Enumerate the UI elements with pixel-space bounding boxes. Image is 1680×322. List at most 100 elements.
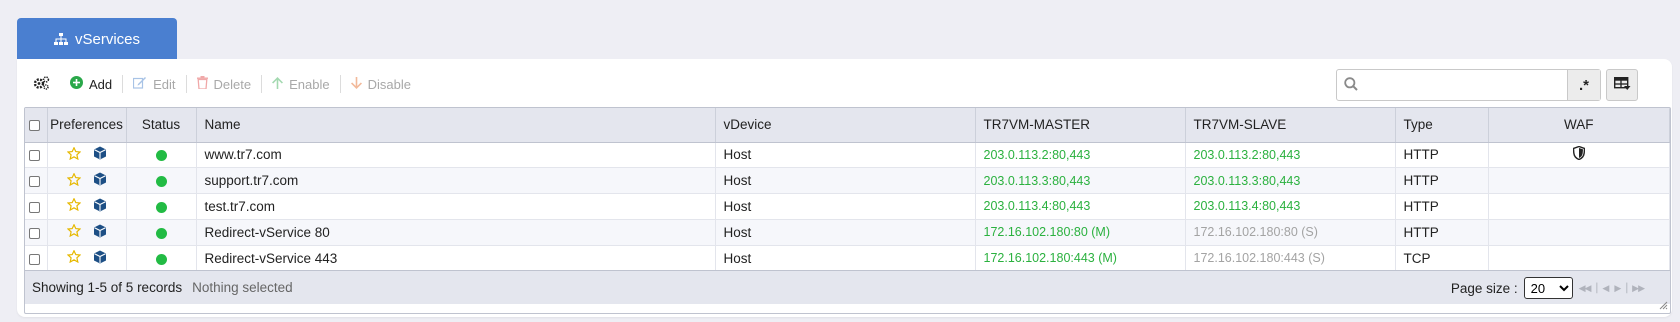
- column-header-master[interactable]: TR7VM-MASTER: [975, 108, 1186, 143]
- previous-page-icon[interactable]: ▏◀: [1596, 283, 1609, 294]
- status-indicator: [155, 201, 167, 213]
- name-cell: test.tr7.com: [196, 193, 716, 220]
- master-ip-cell: 203.0.113.4:80,443: [975, 193, 1186, 220]
- edit-label: Edit: [153, 76, 176, 92]
- name-cell: Redirect-vService 80: [196, 219, 716, 246]
- row-checkbox[interactable]: [29, 227, 40, 239]
- row-select-cell: [25, 219, 48, 246]
- master-ip-cell: 172.16.102.180:80 (M): [975, 219, 1186, 246]
- page-size-select[interactable]: 20: [1523, 277, 1573, 299]
- star-icon[interactable]: [66, 197, 81, 214]
- master-ip-cell: 203.0.113.2:80,443: [975, 142, 1186, 169]
- status-cell: [126, 167, 197, 195]
- row-checkbox[interactable]: [29, 150, 40, 162]
- cube-icon[interactable]: [93, 250, 107, 267]
- column-header-slave[interactable]: TR7VM-SLAVE: [1185, 108, 1396, 143]
- column-chooser-button[interactable]: [1606, 69, 1638, 101]
- type-cell: HTTP: [1395, 167, 1489, 195]
- tab-label: vServices: [74, 30, 141, 48]
- status-indicator: [155, 176, 167, 188]
- vdevice-cell: Host: [715, 193, 976, 220]
- slave-ip-cell: 203.0.113.2:80,443: [1185, 142, 1396, 169]
- plus-circle-icon: [70, 76, 83, 92]
- star-icon[interactable]: [66, 172, 81, 189]
- status-indicator: [155, 227, 167, 239]
- type-cell: HTTP: [1395, 219, 1489, 246]
- table-row[interactable]: www.tr7.com Host 203.0.113.2:80,443 203.…: [25, 142, 1670, 169]
- master-ip-cell: 203.0.113.3:80,443: [975, 167, 1186, 195]
- row-select-cell: [25, 142, 48, 169]
- arrow-down-icon: [350, 76, 362, 92]
- table-columns-icon: [1613, 76, 1631, 94]
- table-row[interactable]: Redirect-vService 443 Host 172.16.102.18…: [25, 245, 1670, 272]
- add-label: Add: [89, 76, 113, 92]
- delete-button[interactable]: Delete: [187, 73, 262, 95]
- row-checkbox[interactable]: [29, 201, 40, 213]
- cube-icon[interactable]: [93, 224, 107, 241]
- trash-icon: [196, 76, 208, 92]
- table-row[interactable]: test.tr7.com Host 203.0.113.4:80,443 203…: [25, 193, 1670, 220]
- disable-button[interactable]: Disable: [341, 73, 421, 95]
- slave-ip-cell: 203.0.113.3:80,443: [1185, 167, 1396, 195]
- cube-icon[interactable]: [93, 172, 107, 189]
- disable-label: Disable: [367, 76, 411, 92]
- status-cell: [126, 245, 197, 272]
- enable-label: Enable: [289, 76, 330, 92]
- vdevice-cell: Host: [715, 245, 976, 272]
- select-all-checkbox[interactable]: [29, 120, 40, 132]
- status-cell: [126, 219, 197, 246]
- first-page-icon[interactable]: ◀◀: [1579, 283, 1592, 294]
- preferences-cell: [47, 142, 127, 169]
- column-header-type[interactable]: Type: [1395, 108, 1489, 143]
- master-ip-cell: 172.16.102.180:443 (M): [975, 245, 1186, 272]
- name-cell: www.tr7.com: [196, 142, 716, 169]
- table-footer: Showing 1-5 of 5 records Nothing selecte…: [25, 270, 1670, 304]
- column-header-status[interactable]: Status: [126, 108, 197, 143]
- select-all-header: [25, 108, 48, 143]
- tab-vservices[interactable]: vServices: [17, 18, 177, 60]
- waf-cell: [1488, 167, 1670, 195]
- next-page-icon[interactable]: ▶▕: [1614, 283, 1627, 294]
- type-cell: HTTP: [1395, 193, 1489, 220]
- row-select-cell: [25, 167, 48, 195]
- last-page-icon[interactable]: ▶▶: [1632, 283, 1645, 294]
- cube-icon[interactable]: [93, 146, 107, 163]
- cube-icon[interactable]: [93, 198, 107, 215]
- column-header-waf[interactable]: WAF: [1488, 108, 1670, 143]
- row-checkbox[interactable]: [29, 176, 40, 188]
- page-size-label: Page size :: [1450, 280, 1518, 296]
- star-icon[interactable]: [66, 223, 81, 240]
- search-input[interactable]: [1364, 71, 1567, 99]
- preferences-cell: [47, 245, 127, 272]
- column-header-vdevice[interactable]: vDevice: [715, 108, 976, 143]
- resize-handle-icon[interactable]: [1658, 298, 1668, 313]
- status-indicator: [155, 253, 167, 265]
- waf-cell: [1488, 142, 1670, 169]
- search-box: .*: [1336, 69, 1601, 101]
- column-header-name[interactable]: Name: [196, 108, 716, 143]
- status-indicator: [155, 150, 167, 162]
- preferences-cell: [47, 193, 127, 220]
- enable-button[interactable]: Enable: [262, 73, 339, 95]
- table-row[interactable]: support.tr7.com Host 203.0.113.3:80,443 …: [25, 167, 1670, 195]
- star-icon[interactable]: [66, 249, 81, 266]
- row-checkbox[interactable]: [29, 253, 40, 265]
- waf-cell: [1488, 245, 1670, 272]
- search-field: [1337, 70, 1567, 100]
- type-cell: HTTP: [1395, 142, 1489, 169]
- pager: Page size : 20 ◀◀ ▏◀ ▶▕ ▶▶: [1450, 277, 1645, 299]
- records-count: Showing 1-5 of 5 records: [32, 280, 183, 295]
- table-row[interactable]: Redirect-vService 80 Host 172.16.102.180…: [25, 219, 1670, 246]
- sitemap-icon: [53, 33, 68, 45]
- star-icon[interactable]: [66, 146, 81, 163]
- edit-button[interactable]: Edit: [123, 73, 185, 95]
- add-button[interactable]: Add: [60, 73, 122, 95]
- regex-toggle-button[interactable]: .*: [1567, 70, 1600, 100]
- column-header-preferences[interactable]: Preferences: [47, 108, 127, 143]
- waf-cell: [1488, 219, 1670, 246]
- name-cell: support.tr7.com: [196, 167, 716, 195]
- slave-ip-cell: 172.16.102.180:80 (S): [1185, 219, 1396, 246]
- status-cell: [126, 193, 197, 220]
- settings-button[interactable]: [17, 73, 60, 95]
- preferences-cell: [47, 167, 127, 195]
